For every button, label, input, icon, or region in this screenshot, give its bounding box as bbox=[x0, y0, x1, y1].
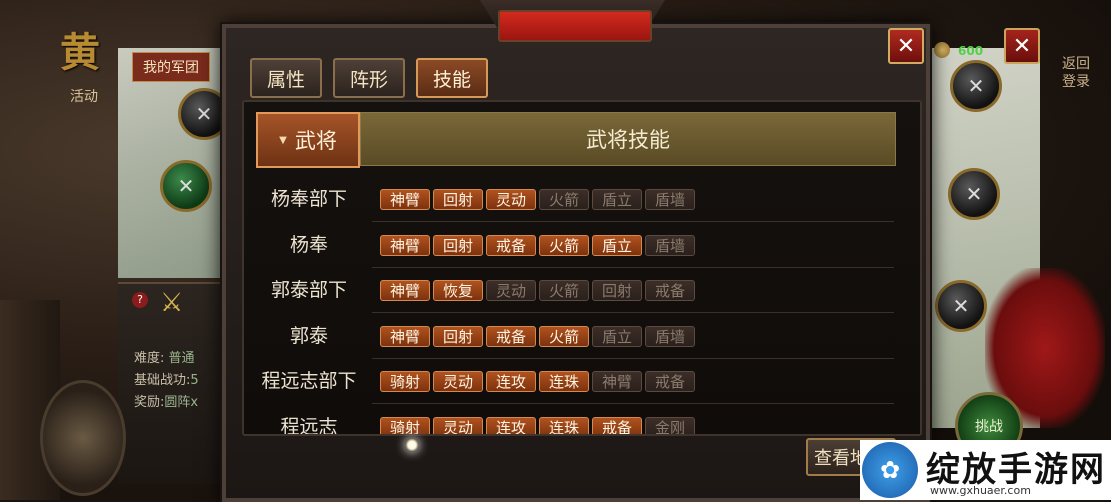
coin-icon bbox=[934, 42, 950, 58]
map-node-locked[interactable]: ✕ bbox=[948, 168, 1000, 220]
skill-badge-active[interactable]: 骑射 bbox=[380, 416, 430, 434]
skill-badge-inactive[interactable]: 盾立 bbox=[592, 325, 642, 347]
skill-list: 神臂 回射 灵动 火箭 盾立 盾墙 bbox=[380, 189, 695, 210]
skill-badge-inactive[interactable]: 灵动 bbox=[486, 280, 536, 301]
skill-badge-inactive[interactable]: 火箭 bbox=[539, 280, 589, 301]
skill-list: 神臂 回射 戒备 火箭 盾立 盾墙 bbox=[380, 325, 695, 347]
skill-badge-active[interactable]: 灵动 bbox=[433, 416, 483, 434]
general-row[interactable]: 郭泰部下 神臂 恢复 灵动 火箭 回射 戒备 bbox=[244, 268, 904, 313]
general-row[interactable]: 郭泰 神臂 回射 戒备 火箭 盾立 盾墙 bbox=[244, 314, 904, 359]
skill-badge-active[interactable]: 回射 bbox=[433, 325, 483, 347]
base-power-value: 5 bbox=[190, 373, 199, 388]
watermark-url: www.gxhuaer.com bbox=[930, 484, 1031, 497]
skill-badge-active[interactable]: 灵动 bbox=[486, 189, 536, 210]
skill-badge-active[interactable]: 神臂 bbox=[380, 189, 430, 210]
skill-list: 神臂 回射 戒备 火箭 盾立 盾墙 bbox=[380, 234, 695, 256]
page-indicator-dot bbox=[405, 438, 419, 452]
difficulty-value: 普通 bbox=[168, 351, 195, 366]
crossed-swords-icon: ⚔ bbox=[160, 288, 184, 318]
crossed-swords-icon: ✕ bbox=[195, 102, 213, 126]
skill-badge-inactive[interactable]: 盾墙 bbox=[645, 189, 695, 210]
skill-badge-active[interactable]: 连珠 bbox=[539, 416, 589, 434]
skill-badge-active[interactable]: 戒备 bbox=[486, 325, 536, 347]
map-node-active[interactable]: ✕ bbox=[160, 160, 212, 212]
tab-label: 阵形 bbox=[349, 68, 388, 91]
general-name: 郭泰部下 bbox=[270, 279, 347, 301]
skill-badge-active[interactable]: 连攻 bbox=[486, 371, 536, 392]
general-name: 杨奉 bbox=[289, 233, 328, 256]
skill-badge-inactive[interactable]: 戒备 bbox=[645, 371, 695, 392]
skill-badge-active[interactable]: 连攻 bbox=[486, 416, 536, 434]
skill-badge-inactive[interactable]: 金刚 bbox=[645, 416, 695, 434]
skill-badge-active[interactable]: 火箭 bbox=[539, 325, 589, 347]
skill-badge-active[interactable]: 盾立 bbox=[592, 234, 642, 256]
close-icon[interactable]: ✕ bbox=[888, 28, 924, 64]
skill-badge-inactive[interactable]: 火箭 bbox=[539, 189, 589, 210]
skill-badge-active[interactable]: 火箭 bbox=[539, 234, 589, 256]
tab-attributes[interactable]: 属性 bbox=[250, 58, 322, 98]
skill-badge-active[interactable]: 回射 bbox=[433, 234, 483, 256]
skill-badge-active[interactable]: 戒备 bbox=[592, 416, 642, 434]
skill-badge-active[interactable]: 戒备 bbox=[486, 234, 536, 256]
reward-label: 奖励: bbox=[134, 395, 165, 410]
stage-info-text: 难度: 普通 基础战功:5 奖励:圆阵x bbox=[134, 348, 199, 414]
skill-header-label: 武将技能 bbox=[586, 128, 670, 152]
base-power-label: 基础战功: bbox=[134, 373, 191, 388]
map-node-locked[interactable]: ✕ bbox=[935, 280, 987, 332]
crossed-swords-icon: ✕ bbox=[967, 74, 985, 98]
skill-badge-active[interactable]: 神臂 bbox=[380, 280, 430, 301]
skill-badge-inactive[interactable]: 盾立 bbox=[592, 189, 642, 210]
tab-skills[interactable]: 技能 bbox=[416, 58, 488, 98]
crossed-swords-icon: ✕ bbox=[177, 174, 195, 198]
difficulty-label: 难度: bbox=[134, 351, 165, 366]
general-row[interactable]: 杨奉部下 神臂 回射 灵动 火箭 盾立 盾墙 bbox=[244, 177, 904, 222]
skill-badge-active[interactable]: 骑射 bbox=[380, 371, 430, 392]
caret-down-icon: ▼ bbox=[279, 134, 287, 146]
octopus-logo-icon: ✿ bbox=[862, 442, 918, 498]
skill-list: 骑射 灵动 连攻 连珠 戒备 金刚 bbox=[380, 416, 695, 434]
skill-badge-inactive[interactable]: 神臂 bbox=[592, 371, 642, 392]
general-row[interactable]: 杨奉 神臂 回射 戒备 火箭 盾立 盾墙 bbox=[244, 223, 904, 268]
general-name: 郭泰 bbox=[289, 324, 328, 347]
skill-list: 神臂 恢复 灵动 火箭 回射 戒备 bbox=[380, 280, 695, 301]
skill-badge-active[interactable]: 回射 bbox=[433, 189, 483, 210]
crossed-swords-icon: ✕ bbox=[965, 182, 983, 206]
reward-value: 圆阵x bbox=[164, 395, 199, 410]
coin-count: 600 bbox=[958, 44, 984, 58]
general-row[interactable]: 程远志 骑射 灵动 连攻 连珠 戒备 金刚 bbox=[244, 405, 904, 436]
skill-badge-active[interactable]: 神臂 bbox=[380, 325, 430, 347]
close-icon[interactable]: ✕ bbox=[1004, 28, 1040, 64]
skill-badge-inactive[interactable]: 戒备 bbox=[645, 280, 695, 301]
skill-list: 骑射 灵动 连攻 连珠 神臂 戒备 bbox=[380, 371, 695, 392]
crossed-swords-icon: ✕ bbox=[952, 294, 970, 318]
activity-label[interactable]: 活动 bbox=[70, 86, 98, 106]
my-army-button[interactable]: 我的军团 bbox=[132, 52, 210, 82]
skill-header: 武将技能 bbox=[360, 112, 896, 166]
skill-table: ▼ 武将 武将技能 杨奉部下 神臂 回射 灵动 火箭 盾立 盾墙 杨奉 神臂 回射 戒备 火箭 盾立 盾墙… bbox=[242, 100, 922, 436]
skill-badge-inactive[interactable]: 盾墙 bbox=[645, 325, 695, 347]
event-glyph: 黄 bbox=[60, 29, 100, 76]
tab-label: 技能 bbox=[432, 68, 471, 91]
map-node-locked[interactable]: ✕ bbox=[950, 60, 1002, 112]
dialog-title-bar bbox=[498, 10, 652, 42]
skill-badge-active[interactable]: 连珠 bbox=[539, 371, 589, 392]
return-login-button[interactable]: 返回 登录 bbox=[1062, 55, 1090, 91]
skill-badge-active[interactable]: 灵动 bbox=[433, 371, 483, 392]
tab-formation[interactable]: 阵形 bbox=[333, 58, 405, 98]
skill-badge-inactive[interactable]: 盾墙 bbox=[645, 234, 695, 256]
commander-portrait bbox=[40, 380, 126, 496]
help-icon[interactable]: ? bbox=[132, 292, 148, 308]
skill-badge-inactive[interactable]: 回射 bbox=[592, 280, 642, 301]
tab-label: 属性 bbox=[266, 68, 305, 91]
general-name: 程远志 bbox=[280, 415, 338, 436]
general-name: 程远志部下 bbox=[261, 370, 357, 392]
general-name: 杨奉部下 bbox=[270, 188, 347, 210]
skill-badge-active[interactable]: 神臂 bbox=[380, 234, 430, 256]
general-header-label: 武将 bbox=[294, 129, 337, 153]
general-sort-header[interactable]: ▼ 武将 bbox=[256, 112, 360, 168]
skill-badge-active[interactable]: 恢复 bbox=[433, 280, 483, 301]
general-row[interactable]: 程远志部下 骑射 灵动 连攻 连珠 神臂 戒备 bbox=[244, 359, 904, 404]
